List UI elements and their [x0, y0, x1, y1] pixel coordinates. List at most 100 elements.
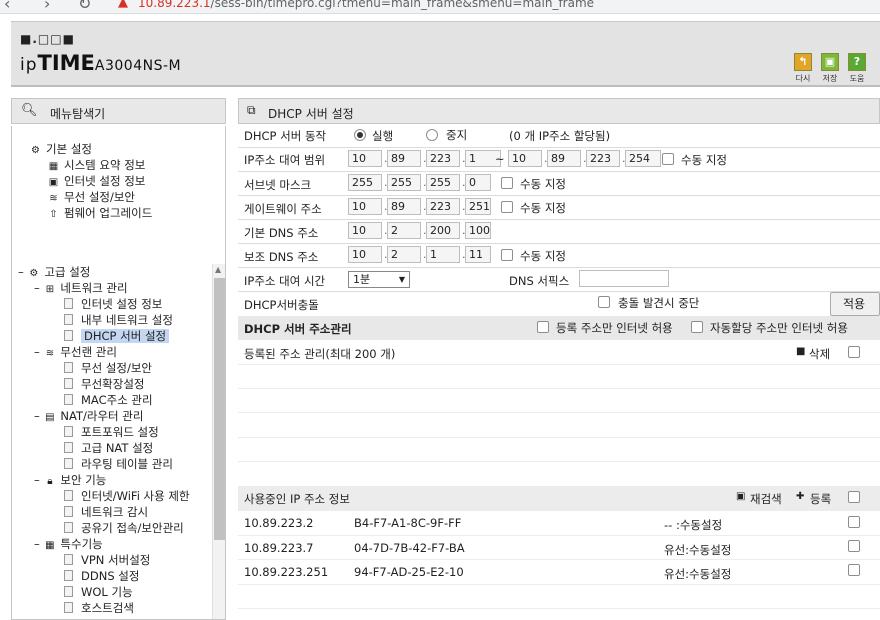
apply-button[interactable]: 적용	[830, 292, 880, 316]
gateway-octet4[interactable]: 251	[465, 198, 491, 215]
menu-mac-mgmt[interactable]: MAC주소 관리	[64, 393, 153, 407]
menu-network-monitor[interactable]: 네트워크 감시	[64, 505, 148, 519]
dns2-octet1[interactable]: 10	[348, 246, 382, 263]
menu-internet-wifi-limit[interactable]: 인터넷/WiFi 사용 제한	[64, 489, 190, 503]
folder-gear-icon: ⚙	[29, 268, 39, 279]
menu-lan-settings[interactable]: 내부 네트워크 설정	[64, 313, 173, 327]
scrollbar-thumb[interactable]	[214, 278, 225, 540]
menu-basic-settings[interactable]: ⚙ 기본 설정	[29, 142, 92, 158]
row-ip-range: IP주소 대여 범위 10 . 89 . 223 . 1 ~ 10 . 89 .…	[244, 150, 727, 167]
range-manual-checkbox[interactable]	[662, 153, 674, 165]
delete-icon: ■	[796, 346, 806, 357]
menu-advanced-settings[interactable]: – ⚙ 고급 설정	[18, 265, 90, 281]
subnet-octet1[interactable]: 255	[348, 174, 382, 191]
lock-icon: 🔒︎	[47, 476, 53, 487]
back-icon[interactable]: ‹	[4, 0, 10, 13]
rescan-button[interactable]: 재검색	[750, 491, 782, 507]
menu-advanced-nat[interactable]: 고급 NAT 설정	[64, 441, 153, 455]
menu-scrollbar[interactable]: ▲	[212, 264, 225, 619]
gateway-manual-checkbox[interactable]	[501, 201, 513, 213]
router-icon: ▤	[45, 412, 55, 423]
table-row[interactable]: 10.89.223.7 04-7D-7B-42-F7-BA 유선:수동설정	[238, 536, 880, 560]
row-checkbox[interactable]	[848, 564, 860, 576]
register-button[interactable]: 등록	[810, 491, 831, 507]
save-button[interactable]: ▣ 저장	[819, 53, 841, 84]
menu-port-forward[interactable]: 포트포워드 설정	[64, 425, 159, 439]
dns1-octet3[interactable]: 200	[426, 222, 460, 239]
range-start-octet3[interactable]: 223	[426, 150, 460, 167]
menu-system-summary[interactable]: ▦ 시스템 요약 정보	[47, 158, 146, 174]
menu-internet-settings[interactable]: 인터넷 설정 정보	[64, 297, 162, 311]
row-checkbox[interactable]	[848, 516, 860, 528]
registered-select-all-checkbox[interactable]	[848, 346, 860, 358]
subnet-manual-checkbox[interactable]	[501, 177, 513, 189]
dns1-octet1[interactable]: 10	[348, 222, 382, 239]
dns1-octet2[interactable]: 2	[387, 222, 421, 239]
row-checkbox[interactable]	[848, 540, 860, 552]
radio-run[interactable]	[354, 129, 366, 141]
menu-firmware-upgrade[interactable]: ⇧ 펌웨어 업그레이드	[47, 206, 152, 222]
menu-wireless-mgmt[interactable]: – ≋ 무선랜 관리	[34, 345, 117, 361]
page-icon	[64, 314, 73, 325]
range-end-octet4[interactable]: 254	[625, 150, 661, 167]
dns2-octet2[interactable]: 2	[387, 246, 421, 263]
subnet-octet2[interactable]: 255	[387, 174, 421, 191]
dns-suffix-input[interactable]	[579, 270, 669, 287]
menu-internet-info[interactable]: ▣ 인터넷 설정 정보	[47, 174, 146, 190]
reload-icon[interactable]: ↻	[78, 0, 91, 13]
dns2-octet4[interactable]: 11	[465, 246, 491, 263]
menu-wol[interactable]: WOL 기능	[64, 585, 133, 599]
menu-special[interactable]: – ▦ 특수기능	[34, 537, 103, 553]
router-header: ■.□□■ ipTIMEA3004NS-M ↰ 다시 ▣ 저장 ? 도움	[11, 21, 880, 87]
menu-access-security[interactable]: 공유기 접속/보안관리	[64, 521, 184, 535]
dns2-manual-checkbox[interactable]	[501, 249, 513, 261]
row-lease-time: IP주소 대여 시간 1분 ▼ DNS 서픽스	[238, 268, 880, 292]
page-icon	[64, 458, 73, 469]
range-start-octet2[interactable]: 89	[387, 150, 421, 167]
gateway-octet1[interactable]: 10	[348, 198, 382, 215]
subnet-octet3[interactable]: 255	[426, 174, 460, 191]
lease-time-select[interactable]: 1분 ▼	[348, 271, 410, 288]
subnet-octet4[interactable]: 0	[465, 174, 491, 191]
menu-nat-router[interactable]: – ▤ NAT/라우터 관리	[34, 409, 143, 425]
menu-host-search[interactable]: 호스트검색	[64, 601, 134, 615]
gateway-octet2[interactable]: 89	[387, 198, 421, 215]
auto-only-checkbox[interactable]	[691, 321, 703, 333]
range-end-octet1[interactable]: 10	[508, 150, 542, 167]
iptime-logo: ipTIMEA3004NS-M	[20, 51, 182, 75]
gateway-octet3[interactable]: 223	[426, 198, 460, 215]
table-row[interactable]: 10.89.223.251 94-F7-AD-25-E2-10 유선:수동설정	[238, 560, 880, 584]
registered-only-checkbox[interactable]	[537, 321, 549, 333]
insecure-warning-icon: ▲	[118, 0, 128, 10]
dns1-octet4[interactable]: 100	[465, 222, 491, 239]
inuse-select-all-checkbox[interactable]	[848, 491, 860, 503]
menu-wireless-security[interactable]: ≋ 무선 설정/보안	[47, 190, 135, 206]
help-button[interactable]: ? 도움	[846, 53, 868, 84]
rescan-icon: ▣	[736, 491, 746, 502]
menu-vpn-server[interactable]: VPN 서버설정	[64, 553, 150, 567]
menu-network-mgmt[interactable]: – ⊞ 네트워크 관리	[34, 281, 128, 297]
menu-security[interactable]: – 🔒︎ 보안 기능	[34, 473, 106, 489]
radio-stop[interactable]	[426, 129, 438, 141]
panel-title-bar: ⧉ DHCP 서버 설정	[238, 98, 880, 124]
menu-routing-table[interactable]: 라우팅 테이블 관리	[64, 457, 173, 471]
scroll-up-icon[interactable]: ▲	[215, 265, 221, 274]
url-text[interactable]: 10.89.223.1/sess-bin/timepro.cgi?tmenu=m…	[138, 0, 594, 10]
table-row[interactable]: 10.89.223.2 B4-F7-A1-8C-9F-FF -- :수동설정	[238, 511, 880, 535]
menu-wireless-extend[interactable]: 무선확장설정	[64, 377, 144, 391]
delete-button[interactable]: 삭제	[809, 346, 830, 362]
menu-wireless-setup[interactable]: 무선 설정/보안	[64, 361, 152, 375]
menu-dhcp-settings[interactable]: DHCP 서버 설정	[64, 329, 170, 343]
wifi-icon: ≋	[49, 193, 58, 204]
undo-button[interactable]: ↰ 다시	[792, 53, 814, 84]
range-end-octet2[interactable]: 89	[547, 150, 581, 167]
register-plus-icon: ✚	[796, 491, 805, 502]
range-start-octet1[interactable]: 10	[348, 150, 382, 167]
menu-ddns[interactable]: DDNS 설정	[64, 569, 139, 583]
row-subnet-mask: 서브넷 마스크 255 . 255 . 255 . 0 수동 지정	[244, 174, 566, 192]
dns2-octet3[interactable]: 1	[426, 246, 460, 263]
conflict-stop-checkbox[interactable]	[598, 296, 610, 308]
dropdown-arrow-icon: ▼	[398, 275, 405, 284]
forward-icon[interactable]: ›	[44, 0, 50, 13]
range-end-octet3[interactable]: 223	[586, 150, 620, 167]
